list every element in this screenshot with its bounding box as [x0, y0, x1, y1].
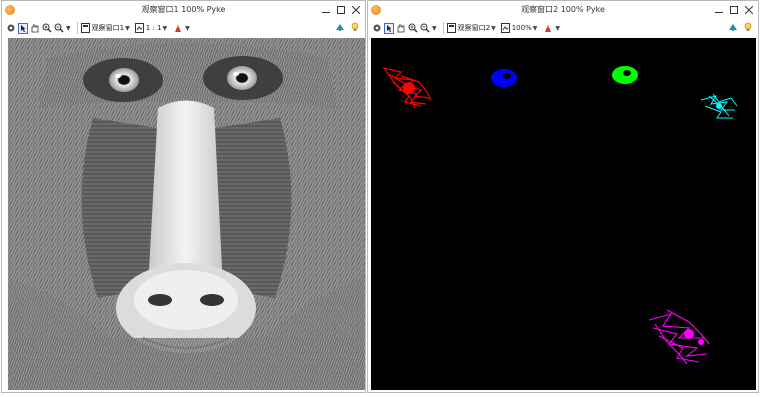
left-window-toolbar: ▼ 观察窗口1 ▼ 1 : 1 ▼ ▼ — [2, 19, 365, 37]
pan-button[interactable] — [395, 22, 406, 34]
minimize-button[interactable] — [711, 1, 726, 18]
zoom-in-icon — [42, 23, 51, 33]
right-image-window: 观察窗口2 100% Pyke ▼ 观察窗口2 ▼ 100% ▼ ▼ — [367, 0, 759, 393]
close-icon — [744, 5, 753, 14]
right-window-toolbar: ▼ 观察窗口2 ▼ 100% ▼ ▼ — [368, 19, 758, 37]
window-select-dropdown[interactable]: 观察窗口2 ▼ — [446, 23, 499, 33]
paint-icon — [174, 24, 181, 32]
pan-icon — [397, 24, 404, 33]
help-icon — [728, 24, 737, 31]
zoom-select-label: 100% — [511, 24, 532, 32]
zoom-out-icon — [420, 23, 429, 33]
window-select-label: 观察窗口1 — [91, 24, 125, 32]
pointer-button[interactable] — [383, 22, 394, 34]
close-button[interactable] — [741, 1, 756, 18]
zoom-in-icon — [408, 23, 417, 33]
zoom-dropdown-arrow[interactable]: ▼ — [66, 25, 71, 32]
minimize-icon — [321, 11, 330, 13]
settings-icon — [373, 24, 380, 32]
image-icon — [134, 23, 144, 33]
paint-button[interactable] — [172, 22, 183, 34]
toolbar-separator — [442, 22, 444, 34]
blue-region — [491, 69, 517, 87]
image-icon — [80, 23, 90, 33]
green-region — [612, 66, 638, 84]
maximize-icon — [729, 5, 738, 14]
paint-dropdown-arrow[interactable]: ▼ — [185, 25, 190, 32]
paint-button[interactable] — [542, 22, 553, 34]
zoom-select-label: 1 : 1 — [145, 24, 162, 32]
image-icon — [446, 23, 456, 33]
close-button[interactable] — [348, 1, 363, 18]
lightbulb-button[interactable] — [349, 21, 360, 33]
minimize-button[interactable] — [318, 1, 333, 18]
image-icon — [500, 23, 510, 33]
paint-icon — [544, 24, 551, 32]
segmentation-result-image — [371, 38, 756, 390]
settings-button[interactable] — [371, 22, 382, 34]
maximize-button[interactable] — [333, 1, 348, 18]
right-window-titlebar[interactable]: 观察窗口2 100% Pyke — [368, 1, 758, 18]
right-image-canvas[interactable] — [371, 38, 756, 390]
chevron-down-icon: ▼ — [532, 24, 538, 32]
paint-dropdown-arrow[interactable]: ▼ — [555, 25, 560, 32]
right-window-title: 观察窗口2 100% Pyke — [521, 5, 605, 14]
zoom-dropdown-arrow[interactable]: ▼ — [432, 25, 437, 32]
help-icon — [335, 24, 344, 31]
chevron-down-icon: ▼ — [162, 24, 168, 32]
settings-icon — [7, 24, 14, 32]
zoom-select-dropdown[interactable]: 100% ▼ — [500, 23, 541, 33]
chevron-down-icon: ▼ — [491, 24, 496, 32]
left-window-title: 观察窗口1 100% Pyke — [141, 5, 226, 14]
pointer-button[interactable] — [17, 22, 28, 34]
zoom-out-button[interactable] — [419, 22, 430, 34]
zoom-out-button[interactable] — [53, 22, 64, 34]
left-window-titlebar[interactable]: 观察窗口1 100% Pyke — [2, 1, 365, 18]
pan-button[interactable] — [29, 22, 40, 34]
left-image-window: 观察窗口1 100% Pyke ▼ 观察窗口1 ▼ 1: 1 ▼ ▼ — [1, 0, 366, 393]
settings-button[interactable] — [5, 22, 16, 34]
maximize-icon — [336, 5, 345, 14]
maximize-button[interactable] — [726, 1, 741, 18]
lightbulb-icon — [351, 22, 358, 31]
left-image-canvas[interactable] — [8, 38, 365, 390]
zoom-in-button[interactable] — [41, 22, 52, 34]
pointer-icon — [383, 22, 394, 34]
pan-icon — [31, 24, 38, 33]
lightbulb-icon — [744, 22, 751, 31]
pointer-icon — [17, 22, 28, 34]
zoom-select-dropdown[interactable]: 1 : 1 ▼ — [134, 23, 170, 33]
zoom-in-button[interactable] — [407, 22, 418, 34]
zoom-out-icon — [54, 23, 63, 33]
minimize-icon — [714, 11, 723, 13]
toolbar-separator — [76, 22, 78, 34]
help-button[interactable] — [334, 21, 345, 33]
window-select-dropdown[interactable]: 观察窗口1 ▼ — [80, 23, 133, 33]
close-icon — [351, 5, 360, 14]
window-select-label: 观察窗口2 — [457, 24, 491, 32]
mandrill-image — [8, 38, 365, 390]
help-button[interactable] — [727, 21, 738, 33]
chevron-down-icon: ▼ — [125, 24, 130, 32]
lightbulb-button[interactable] — [742, 21, 753, 33]
